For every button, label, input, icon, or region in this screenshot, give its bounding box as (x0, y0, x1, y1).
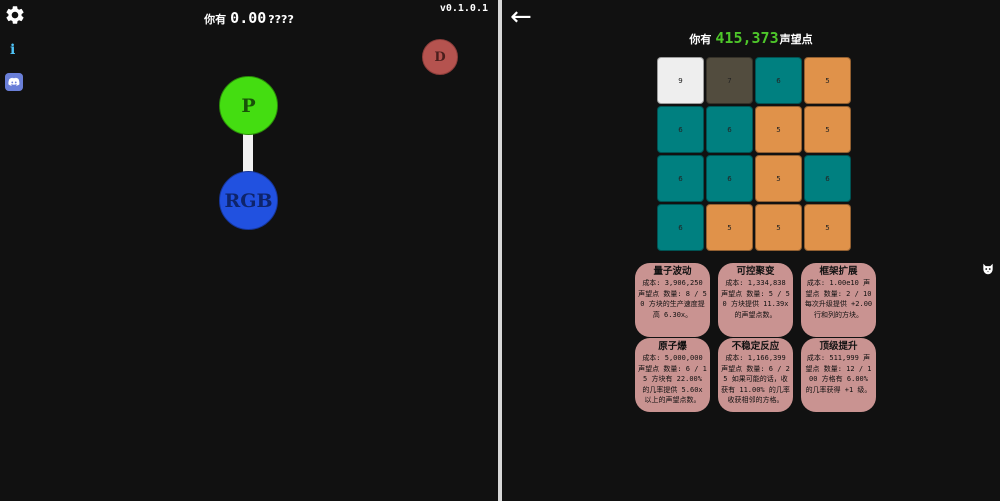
discord-icon[interactable] (5, 73, 23, 91)
node-d[interactable]: D (422, 39, 458, 75)
node-p-label: P (241, 94, 256, 117)
node-rgb-label: RGB (224, 189, 273, 212)
upgrade-description: 成本: 1,334,838 声望点 数量: 5 / 50 方块提供 11.39x… (721, 279, 790, 319)
prestige-value: 415,373 (715, 29, 779, 47)
currency-display: 你有 0.00???? (0, 9, 498, 27)
upgrade-title: 原子爆 (658, 341, 687, 352)
currency-suffix: ???? (268, 13, 294, 26)
tree-pane: i 你有 0.00???? v0.1.0.1 P RGB D (0, 0, 498, 501)
grid-tile[interactable]: 6 (657, 106, 704, 153)
node-d-label: D (434, 49, 446, 65)
upgrade-card[interactable]: 不稳定反应成本: 1,166,399 声望点 数量: 6 / 25 如果可能的话… (718, 338, 793, 412)
upgrade-title: 可控聚变 (736, 266, 775, 277)
grid-tile[interactable]: 5 (755, 204, 802, 251)
upgrade-title: 量子波动 (653, 266, 692, 277)
node-p[interactable]: P (219, 76, 278, 135)
upgrade-card[interactable]: 顶级提升成本: 511,999 声望点 数量: 12 / 100 方格有 6.0… (801, 338, 876, 412)
upgrade-description: 成本: 511,999 声望点 数量: 12 / 100 方格有 6.00% 的… (805, 354, 872, 394)
grid-tile[interactable]: 6 (804, 155, 851, 202)
grid-tile[interactable]: 5 (804, 57, 851, 104)
upgrade-description: 成本: 1.00e10 声望点 数量: 2 / 10 每次升级提供 +2.00 … (804, 279, 873, 319)
upgrade-description: 成本: 1,166,399 声望点 数量: 6 / 25 如果可能的话，收获有 … (721, 354, 790, 404)
upgrade-description: 成本: 5,000,000 声望点 数量: 6 / 15 方块有 22.00% … (638, 354, 707, 404)
grid-tile[interactable]: 5 (804, 106, 851, 153)
upgrade-card[interactable]: 量子波动成本: 3,906,250 声望点 数量: 8 / 50 方块的生产速度… (635, 263, 710, 337)
grid-tile[interactable]: 6 (657, 204, 704, 251)
grid-tile[interactable]: 5 (804, 204, 851, 251)
upgrade-title: 框架扩展 (819, 266, 858, 277)
prestige-suffix: 声望点 (779, 33, 813, 46)
grid-tile[interactable]: 6 (657, 155, 704, 202)
node-rgb[interactable]: RGB (219, 171, 278, 230)
prestige-prefix: 你有 (689, 33, 712, 46)
upgrade-card[interactable]: 原子爆成本: 5,000,000 声望点 数量: 6 / 15 方块有 22.0… (635, 338, 710, 412)
currency-value: 0.00 (230, 9, 267, 27)
grid-tile[interactable]: 9 (657, 57, 704, 104)
currency-prefix: 你有 (204, 13, 227, 26)
grid-tile[interactable]: 6 (706, 155, 753, 202)
grid-tile[interactable]: 6 (755, 57, 802, 104)
back-arrow-icon[interactable]: ← (510, 4, 532, 30)
upgrade-card[interactable]: 框架扩展成本: 1.00e10 声望点 数量: 2 / 10 每次升级提供 +2… (801, 263, 876, 337)
prestige-pane: ← 你有 415,373声望点 9765665566566555 量子波动 成本: … (502, 0, 1000, 501)
upgrade-description: 成本: 3,906,250 声望点 数量: 8 / 50 方块的生产速度提高 6… (638, 279, 707, 319)
info-icon[interactable]: i (10, 42, 15, 58)
upgrade-title: 不稳定反应 (731, 341, 780, 352)
upgrade-title: 顶级提升 (819, 341, 858, 352)
cat-icon[interactable] (981, 262, 995, 276)
grid-tile[interactable]: 5 (706, 204, 753, 251)
grid-tile[interactable]: 5 (755, 155, 802, 202)
prestige-display: 你有 415,373声望点 (502, 29, 1000, 47)
tile-grid: 9765665566566555 (657, 57, 852, 252)
grid-tile[interactable]: 6 (706, 106, 753, 153)
grid-tile[interactable]: 5 (755, 106, 802, 153)
upgrade-card[interactable]: 可控聚变成本: 1,334,838 声望点 数量: 5 / 50 方块提供 11… (718, 263, 793, 337)
tree-branch-line (243, 130, 253, 174)
grid-tile[interactable]: 7 (706, 57, 753, 104)
version-label: v0.1.0.1 (439, 3, 488, 14)
